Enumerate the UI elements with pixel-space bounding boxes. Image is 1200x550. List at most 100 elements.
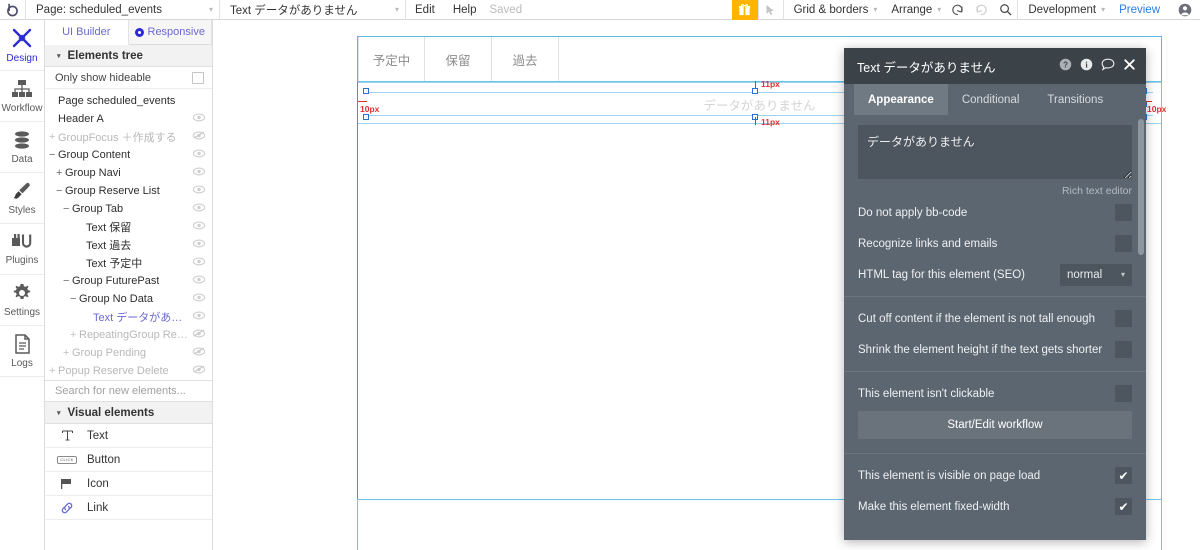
palette-item-text[interactable]: Text — [45, 424, 212, 448]
tree-item[interactable]: + GroupFocus ＋作成する — [45, 128, 212, 146]
comment-bubble-icon[interactable] — [1101, 58, 1115, 74]
option-fixed-width-row[interactable]: Make this element fixed-width ✔ — [844, 491, 1146, 522]
tree-expand-icon[interactable]: + — [49, 365, 58, 377]
bubble-logo-icon[interactable] — [0, 0, 26, 20]
tree-item[interactable]: − Group Tab — [45, 200, 212, 218]
rich-text-editor-link[interactable]: Rich text editor — [844, 182, 1146, 197]
palette-item-button[interactable]: CLICK Button — [45, 448, 212, 472]
eye-icon[interactable] — [188, 221, 206, 233]
elements-tree-header[interactable]: ▾ Elements tree — [45, 45, 212, 67]
tree-collapse-icon[interactable]: − — [56, 185, 65, 197]
tree-item[interactable]: − Group No Data — [45, 290, 212, 308]
help-menu[interactable]: Help — [444, 0, 486, 20]
search-new-elements-input[interactable]: Search for new elements... — [45, 380, 212, 402]
tree-item[interactable]: Page scheduled_events — [45, 92, 212, 110]
eye-icon[interactable] — [188, 185, 206, 197]
option-links-emails-checkbox[interactable] — [1115, 235, 1132, 252]
tree-item[interactable]: Text 保留 — [45, 218, 212, 236]
eye-slash-icon[interactable] — [188, 347, 206, 359]
resize-handle-tl[interactable] — [363, 88, 369, 94]
rail-item-design[interactable]: Design — [0, 20, 44, 71]
eye-icon[interactable] — [188, 257, 206, 269]
rail-item-plugins[interactable]: Plugins — [0, 224, 44, 275]
tree-item[interactable]: − Group Content — [45, 146, 212, 164]
tree-expand-icon[interactable]: + — [56, 167, 65, 179]
search-icon[interactable] — [993, 0, 1017, 20]
tab-appearance[interactable]: Appearance — [854, 84, 948, 115]
tab-transitions[interactable]: Transitions — [1033, 84, 1117, 115]
tab-conditional[interactable]: Conditional — [948, 84, 1034, 115]
eye-icon[interactable] — [188, 167, 206, 179]
tree-item[interactable]: + Group Navi — [45, 164, 212, 182]
option-visible-on-load-checkbox[interactable]: ✔ — [1115, 467, 1132, 484]
resize-handle-bl[interactable] — [363, 114, 369, 120]
tree-item[interactable]: + Group Pending — [45, 344, 212, 362]
eye-icon[interactable] — [188, 311, 206, 323]
option-bbcode-checkbox[interactable] — [1115, 204, 1132, 221]
eye-icon[interactable] — [188, 275, 206, 287]
element-selector[interactable]: Text データがありません ▾ — [220, 0, 406, 20]
content-textarea[interactable] — [858, 125, 1132, 179]
eye-icon[interactable] — [188, 239, 206, 251]
gift-icon[interactable] — [731, 0, 758, 20]
option-shrink-checkbox[interactable] — [1115, 341, 1132, 358]
rail-item-logs[interactable]: Logs — [0, 326, 44, 377]
only-show-hideable-row[interactable]: Only show hideable — [45, 67, 212, 89]
tree-item[interactable]: − Group Reserve List — [45, 182, 212, 200]
tree-expand-icon[interactable]: + — [70, 329, 79, 341]
arrange-menu[interactable]: Arrange ▾ — [881, 0, 945, 20]
canvas-tab-0[interactable]: 予定中 — [358, 37, 425, 81]
option-clickable-row[interactable]: This element isn't clickable — [844, 378, 1146, 409]
option-clickable-checkbox[interactable] — [1115, 385, 1132, 402]
option-cutoff-checkbox[interactable] — [1115, 310, 1132, 327]
rail-item-workflow[interactable]: Workflow — [0, 71, 44, 122]
option-bbcode-row[interactable]: Do not apply bb-code — [844, 197, 1146, 228]
option-links-emails-row[interactable]: Recognize links and emails — [844, 228, 1146, 259]
canvas-tab-1[interactable]: 保留 — [425, 37, 492, 81]
tree-expand-icon[interactable]: + — [49, 131, 58, 143]
eye-icon[interactable] — [188, 293, 206, 305]
eye-slash-icon[interactable] — [188, 329, 206, 341]
tree-collapse-icon[interactable]: − — [49, 149, 58, 161]
property-scrollbar-thumb[interactable] — [1138, 119, 1144, 255]
palette-item-link[interactable]: Link — [45, 496, 212, 520]
cursor-arrow-icon[interactable] — [757, 0, 784, 20]
eye-icon[interactable] — [188, 203, 206, 215]
tab-ui-builder[interactable]: UI Builder — [45, 20, 129, 45]
option-fixed-width-checkbox[interactable]: ✔ — [1115, 498, 1132, 515]
tree-item[interactable]: + Popup Reserve Delete — [45, 362, 212, 380]
option-visible-on-load-row[interactable]: This element is visible on page load ✔ — [844, 460, 1146, 491]
preview-button[interactable]: Preview — [1109, 4, 1170, 16]
eye-icon[interactable] — [188, 113, 206, 125]
option-shrink-row[interactable]: Shrink the element height if the text ge… — [844, 334, 1146, 365]
page-selector[interactable]: Page: scheduled_events ▾ — [26, 0, 220, 20]
grid-borders-menu[interactable]: Grid & borders ▾ — [784, 0, 882, 20]
tree-item[interactable]: Text 過去 — [45, 236, 212, 254]
tree-collapse-icon[interactable]: − — [63, 203, 72, 215]
tree-collapse-icon[interactable]: − — [70, 293, 79, 305]
tree-item[interactable]: − Group FuturePast — [45, 272, 212, 290]
rail-item-data[interactable]: Data — [0, 122, 44, 173]
help-circle-icon[interactable]: ? — [1059, 58, 1072, 74]
undo-icon[interactable] — [945, 0, 969, 20]
visual-elements-header[interactable]: ▾ Visual elements — [45, 402, 212, 424]
edit-menu[interactable]: Edit — [406, 0, 444, 20]
tree-item[interactable]: Header A — [45, 110, 212, 128]
eye-icon[interactable] — [188, 149, 206, 161]
eye-slash-icon[interactable] — [188, 131, 206, 143]
tree-item[interactable]: Text データがありま… — [45, 308, 212, 326]
only-show-hideable-checkbox[interactable] — [192, 71, 204, 84]
html-tag-select[interactable]: normal ▾ — [1060, 263, 1132, 286]
tree-expand-icon[interactable]: + — [63, 347, 72, 359]
user-avatar-icon[interactable] — [1170, 0, 1200, 20]
close-icon[interactable] — [1123, 58, 1136, 74]
rail-item-settings[interactable]: Settings — [0, 275, 44, 326]
redo-icon[interactable] — [969, 0, 993, 20]
tab-responsive[interactable]: Responsive — [128, 20, 212, 44]
version-menu[interactable]: Development ▾ — [1018, 0, 1109, 20]
canvas-tab-2[interactable]: 過去 — [492, 37, 559, 81]
tree-item[interactable]: + RepeatingGroup Rese… — [45, 326, 212, 344]
tree-item[interactable]: Text 予定中 — [45, 254, 212, 272]
rail-item-styles[interactable]: Styles — [0, 173, 44, 224]
option-cutoff-row[interactable]: Cut off content if the element is not ta… — [844, 303, 1146, 334]
